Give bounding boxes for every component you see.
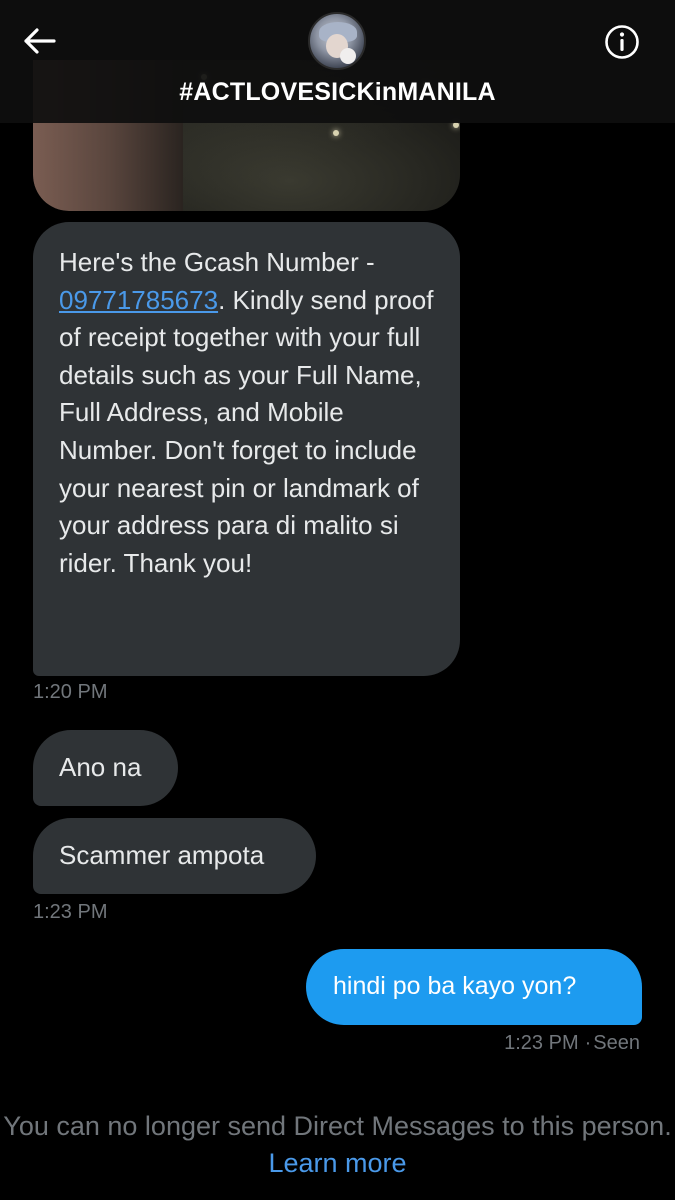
message-text: Scammer ampota bbox=[59, 840, 265, 870]
avatar-plush bbox=[340, 48, 356, 64]
info-button[interactable] bbox=[604, 24, 640, 60]
conversation-title[interactable]: #ACTLOVESICKinMANILA bbox=[0, 78, 675, 107]
notice-text: You can no longer send Direct Messages t… bbox=[3, 1111, 672, 1141]
message-timestamp: 1:23 PM bbox=[33, 901, 108, 923]
received-message-bubble[interactable]: Here's the Gcash Number - 09771785673. K… bbox=[33, 222, 460, 676]
message-text: hindi po ba kayo yon? bbox=[333, 972, 577, 1000]
message-text: . Kindly send proof of receipt together … bbox=[59, 284, 434, 578]
received-message-bubble[interactable]: Ano na bbox=[33, 730, 178, 806]
message-text: Here's the Gcash Number - bbox=[59, 247, 375, 277]
message-timestamp: 1:20 PM bbox=[33, 681, 108, 703]
received-message-bubble[interactable]: Scammer ampota bbox=[33, 818, 316, 894]
sent-message-bubble[interactable]: hindi po ba kayo yon? bbox=[306, 949, 642, 1025]
dm-conversation-screen: #ACTLOVESICKinMANILA Here's the Gcash Nu… bbox=[0, 0, 675, 1200]
separator-dot: · bbox=[584, 1032, 592, 1054]
avatar[interactable] bbox=[308, 12, 366, 70]
back-button[interactable] bbox=[22, 26, 58, 56]
image-light-spot bbox=[333, 130, 339, 136]
message-timestamp: 1:23 PM bbox=[504, 1032, 579, 1054]
arrow-left-icon bbox=[24, 28, 56, 54]
dm-disabled-notice: You can no longer send Direct Messages t… bbox=[0, 1108, 675, 1182]
info-circle-icon bbox=[605, 25, 639, 59]
message-status: 1:23 PM · Seen bbox=[504, 1032, 640, 1055]
message-text: Ano na bbox=[59, 752, 142, 782]
learn-more-link[interactable]: Learn more bbox=[268, 1148, 406, 1178]
seen-status: Seen bbox=[593, 1032, 640, 1054]
conversation-header: #ACTLOVESICKinMANILA bbox=[0, 0, 675, 123]
phone-number-link[interactable]: 09771785673 bbox=[59, 285, 218, 315]
